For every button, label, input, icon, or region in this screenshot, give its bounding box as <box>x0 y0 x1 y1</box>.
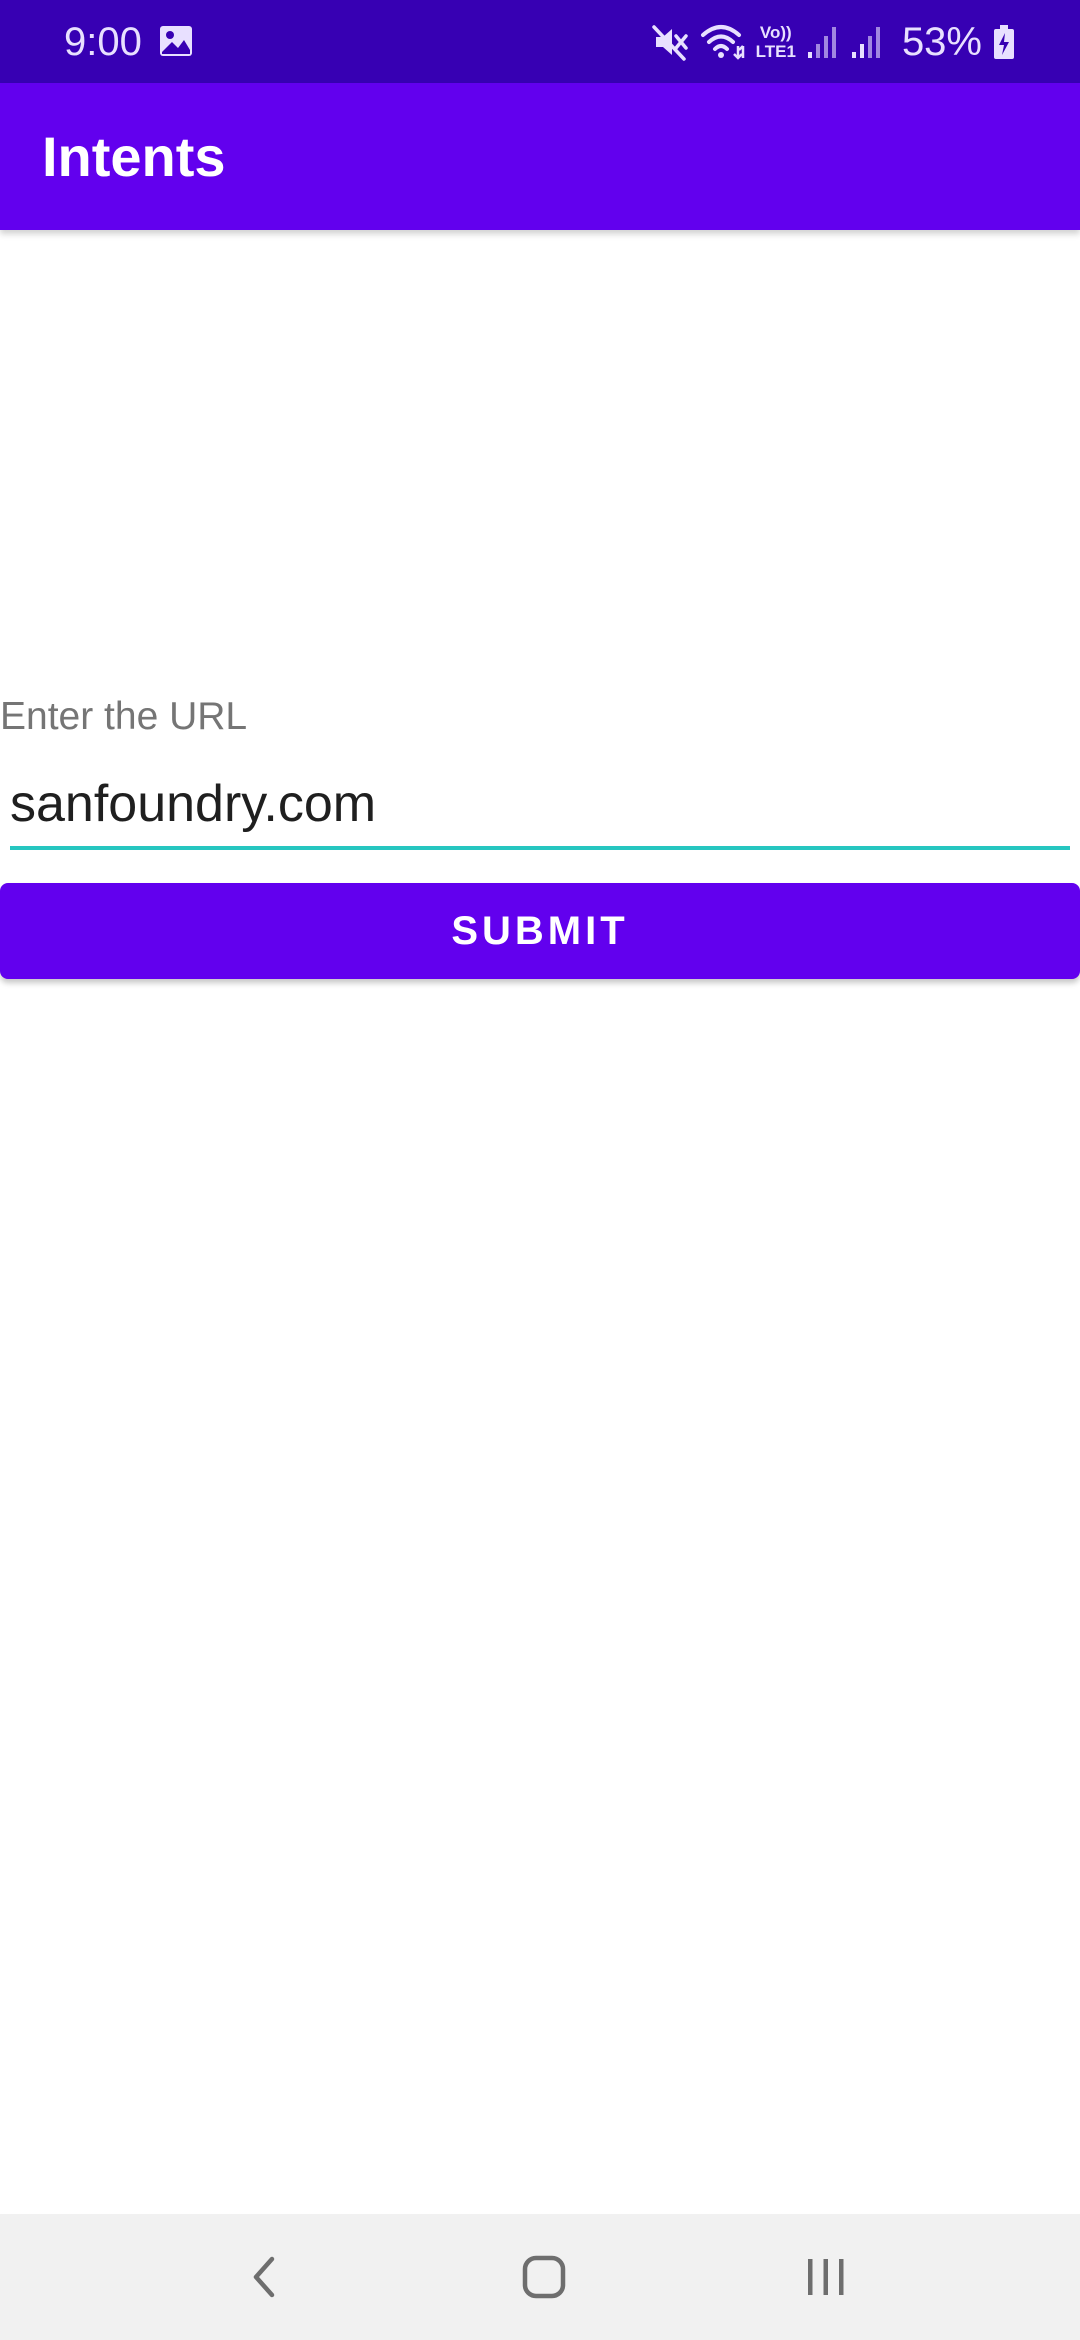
app-bar: Intents <box>0 83 1080 230</box>
gallery-icon <box>160 26 192 56</box>
screen: 9:00 Vo)) LTE1 53% Intents Enter the URL… <box>0 0 1080 2340</box>
home-icon <box>522 2255 566 2299</box>
submit-button[interactable]: SUBMIT <box>0 883 1080 979</box>
wifi-icon <box>700 25 744 60</box>
volte-top-label: Vo)) <box>759 23 792 42</box>
url-label: Enter the URL <box>0 695 248 738</box>
battery-charging-icon <box>994 25 1014 59</box>
back-icon <box>253 2256 275 2298</box>
volte-bottom-label: LTE1 <box>755 42 796 61</box>
signal-icon <box>851 27 880 58</box>
back-button[interactable] <box>204 2232 324 2322</box>
volte-icon: Vo)) LTE1 <box>756 20 796 64</box>
home-button[interactable] <box>484 2232 604 2322</box>
status-bar: 9:00 Vo)) LTE1 53% <box>0 0 1080 83</box>
status-icons: Vo)) LTE1 53% <box>650 16 1016 68</box>
url-input[interactable] <box>10 770 1070 850</box>
status-time: 9:00 <box>64 20 142 64</box>
recent-apps-icon <box>808 2259 844 2295</box>
signal-icon <box>807 27 836 58</box>
recent-apps-button[interactable] <box>766 2232 886 2322</box>
mute-icon <box>651 25 688 61</box>
navigation-bar <box>0 2214 1080 2340</box>
app-title: Intents <box>42 125 226 188</box>
battery-percent: 53% <box>901 20 982 64</box>
